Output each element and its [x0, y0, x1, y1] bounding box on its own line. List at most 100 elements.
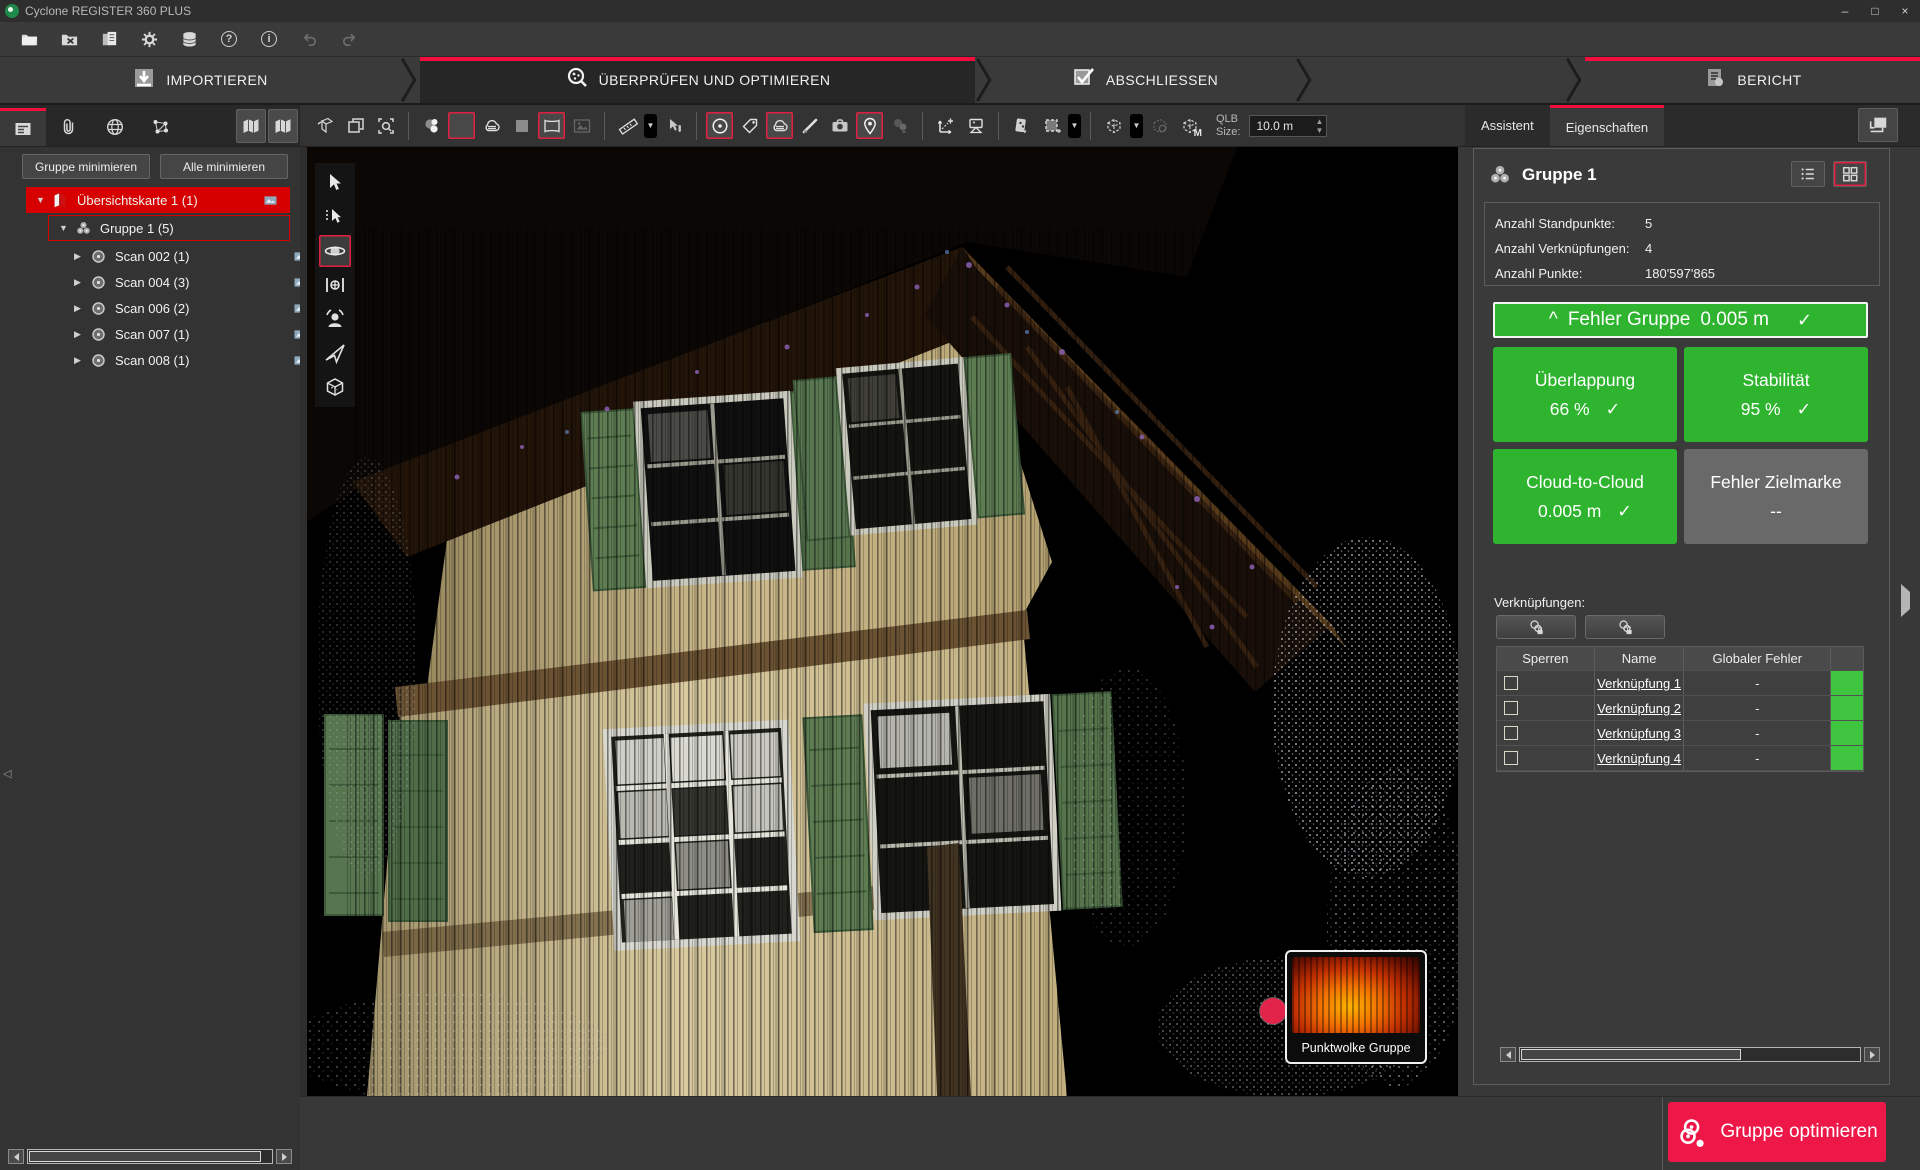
collapsed-caret-icon[interactable]: ▶ [74, 251, 84, 262]
link-name[interactable]: Verknüpfung 4 [1597, 751, 1681, 766]
measure-dropdown-icon[interactable]: ▼ [644, 114, 657, 138]
sphere-view-icon[interactable] [448, 112, 475, 139]
location-pin-icon[interactable] [856, 112, 883, 139]
tab-bericht[interactable]: BERICHT [1585, 57, 1920, 103]
cloud-link-icon[interactable] [766, 112, 793, 139]
zoom-selection-icon[interactable] [372, 112, 399, 139]
view-cube-icon[interactable] [1100, 112, 1127, 139]
pick-point-icon[interactable] [660, 112, 687, 139]
cube-m-icon[interactable]: M [1176, 112, 1203, 139]
panorama-view-icon[interactable] [538, 112, 565, 139]
sidebar-collapse-icon[interactable]: ◁ [3, 767, 11, 780]
tag-icon[interactable] [736, 112, 763, 139]
link-name[interactable]: Verknüpfung 2 [1597, 701, 1681, 716]
tree-item-scan-004[interactable]: ▶ Scan 004 (3) [74, 269, 290, 295]
scan-box-icon[interactable] [312, 112, 339, 139]
link-row-3[interactable]: Verknüpfung 3 - [1497, 721, 1863, 746]
qlb-size-stepper[interactable]: ▲▼ [1312, 117, 1326, 135]
redo-icon[interactable] [336, 26, 362, 52]
pan-tool-icon[interactable] [319, 269, 351, 301]
link-row-2[interactable]: Verknüpfung 2 - [1497, 696, 1863, 721]
lock-checkbox[interactable] [1504, 676, 1518, 690]
layout-windows-button[interactable] [1858, 108, 1898, 142]
scroll-right-icon[interactable] [276, 1149, 292, 1164]
open-project-icon[interactable] [16, 26, 42, 52]
tree-item-scan-006[interactable]: ▶ Scan 006 (2) [74, 295, 290, 321]
screen-icon[interactable] [962, 112, 989, 139]
sidebar-tab-links[interactable] [46, 108, 92, 146]
panel-collapse-icon[interactable] [1901, 592, 1910, 610]
bubbles-view-icon[interactable] [418, 112, 445, 139]
maximize-button[interactable]: □ [1860, 0, 1890, 22]
remove-map-button[interactable] [268, 109, 298, 143]
sidebar-tab-geo[interactable] [92, 108, 138, 146]
view-cube-dropdown-icon[interactable]: ▼ [1130, 114, 1143, 138]
orbit-tool-icon[interactable] [319, 235, 351, 267]
info-icon[interactable]: i [256, 26, 282, 52]
tree-item-gruppe-1[interactable]: ▼ Gruppe 1 (5) [48, 215, 290, 241]
tab-importieren[interactable]: IMPORTIEREN [0, 57, 400, 103]
close-button[interactable]: × [1890, 0, 1920, 22]
minimize-all-button[interactable]: Alle minimieren [160, 154, 288, 179]
tab-ueberpruefen-und-optimieren[interactable]: ÜBERPRÜFEN UND OPTIMIEREN [420, 57, 975, 103]
target-icon[interactable] [706, 112, 733, 139]
group-map-marker[interactable] [1260, 998, 1286, 1024]
camera-icon[interactable] [826, 112, 853, 139]
delete-project-icon[interactable] [56, 26, 82, 52]
settings-gear-icon[interactable] [136, 26, 162, 52]
bubble-group-dropdown-icon[interactable] [886, 112, 913, 139]
link-row-1[interactable]: Verknüpfung 1 - [1497, 671, 1863, 696]
list-view-button[interactable] [1791, 161, 1825, 187]
fly-tool-icon[interactable] [319, 337, 351, 369]
collapsed-caret-icon[interactable]: ▶ [74, 355, 84, 366]
selection-dropdown-icon[interactable]: ▼ [1068, 114, 1081, 138]
collapse-caret-icon[interactable]: ^ [1549, 309, 1558, 331]
lock-links-button[interactable] [1496, 615, 1576, 639]
unlock-links-button[interactable] [1585, 615, 1665, 639]
point-cloud-thumbnail-card[interactable]: Punktwolke Gruppe [1285, 950, 1427, 1064]
flag-card-icon[interactable] [1008, 112, 1035, 139]
point-cloud-icon[interactable] [478, 112, 505, 139]
tab-abschliessen[interactable]: ABSCHLIESSEN [995, 57, 1295, 103]
import-icon[interactable] [96, 26, 122, 52]
help-icon[interactable]: ? [216, 26, 242, 52]
view-cube-tool-icon[interactable] [319, 371, 351, 403]
tree-item-uebersichtskarte[interactable]: ▼ Übersichtskarte 1 (1) [26, 187, 290, 213]
link-name[interactable]: Verknüpfung 3 [1597, 726, 1681, 741]
scroll-right-icon[interactable] [1864, 1047, 1880, 1062]
expand-caret-icon[interactable]: ▼ [59, 223, 69, 233]
storage-database-icon[interactable] [176, 26, 202, 52]
image-view-icon[interactable] [568, 112, 595, 139]
stick-icon[interactable] [796, 112, 823, 139]
collapsed-caret-icon[interactable]: ▶ [74, 277, 84, 288]
windows-layout-icon[interactable] [342, 112, 369, 139]
look-around-tool-icon[interactable] [319, 303, 351, 335]
tree-item-scan-002[interactable]: ▶ Scan 002 (1) [74, 243, 290, 269]
tree-item-scan-007[interactable]: ▶ Scan 007 (1) [74, 321, 290, 347]
lock-checkbox[interactable] [1504, 701, 1518, 715]
link-row-4[interactable]: Verknüpfung 4 - [1497, 746, 1863, 771]
tree-item-scan-008[interactable]: ▶ Scan 008 (1) [74, 347, 290, 373]
selection-box-icon[interactable] [1038, 112, 1065, 139]
lock-checkbox[interactable] [1504, 726, 1518, 740]
point-cloud-viewport[interactable]: Punktwolke Gruppe [307, 147, 1458, 1096]
optimize-group-button[interactable]: Gruppe optimieren [1668, 1102, 1886, 1162]
add-axes-icon[interactable] [932, 112, 959, 139]
scroll-left-icon[interactable] [8, 1149, 24, 1164]
collapsed-caret-icon[interactable]: ▶ [74, 303, 84, 314]
minimize-button[interactable]: – [1830, 0, 1860, 22]
expand-caret-icon[interactable]: ▼ [36, 195, 46, 205]
measure-icon[interactable] [614, 112, 641, 139]
solid-square-icon[interactable] [508, 112, 535, 139]
cube-sync-icon[interactable] [1146, 112, 1173, 139]
add-map-button[interactable] [236, 109, 266, 143]
sidebar-tab-network[interactable] [138, 108, 184, 146]
link-name[interactable]: Verknüpfung 1 [1597, 676, 1681, 691]
panel-horizontal-scrollbar[interactable] [1500, 1047, 1880, 1062]
sidebar-tab-project-explorer[interactable] [0, 108, 46, 146]
scroll-left-icon[interactable] [1500, 1047, 1516, 1062]
tab-eigenschaften[interactable]: Eigenschaften [1550, 105, 1664, 146]
lock-checkbox[interactable] [1504, 751, 1518, 765]
undo-icon[interactable] [296, 26, 322, 52]
tab-assistent[interactable]: Assistent [1465, 105, 1550, 146]
